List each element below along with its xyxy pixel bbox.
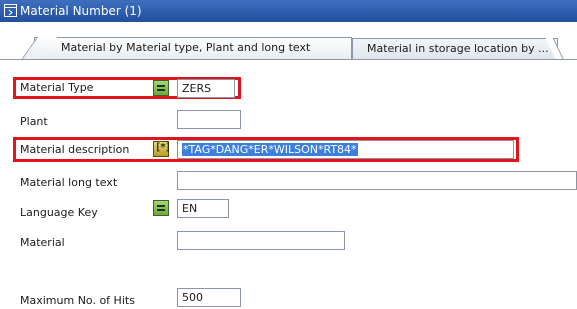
window-title: Material Number (1) (20, 4, 142, 18)
equal-option-icon[interactable] (153, 80, 169, 96)
material-description-value: *TAG*DANG*ER*WILSON*RT84* (182, 143, 358, 156)
title-bar: Material Number (1) (0, 0, 577, 22)
dialog-icon (4, 4, 17, 17)
max-hits-field[interactable]: 500 (177, 288, 241, 307)
plant-field[interactable] (177, 110, 241, 129)
tab-label: Material in storage location by ... (367, 42, 549, 55)
tab-material-in-storage[interactable]: Material in storage location by ... (352, 38, 564, 60)
language-key-label: Language Key (20, 206, 98, 219)
language-key-field[interactable]: EN (177, 199, 229, 218)
material-description-label: Material description (20, 143, 130, 156)
material-type-label: Material Type (20, 81, 94, 94)
material-description-field[interactable]: *TAG*DANG*ER*WILSON*RT84* (177, 140, 514, 159)
material-long-text-label: Material long text (20, 176, 118, 189)
material-label: Material (20, 236, 65, 249)
pattern-option-icon[interactable]: [*] (153, 141, 171, 157)
material-field[interactable] (177, 231, 345, 250)
tab-material-by-type[interactable]: Material by Material type, Plant and lon… (21, 37, 352, 60)
plant-label: Plant (20, 115, 48, 128)
max-hits-label: Maximum No. of Hits (20, 294, 135, 307)
equal-option-icon[interactable] (153, 200, 169, 216)
tab-label: Material by Material type, Plant and lon… (61, 41, 311, 54)
tab-strip: Material by Material type, Plant and lon… (0, 22, 577, 63)
material-type-field[interactable]: ZERS (177, 79, 235, 98)
material-long-text-field[interactable] (177, 171, 577, 190)
tab-divider (0, 59, 577, 60)
